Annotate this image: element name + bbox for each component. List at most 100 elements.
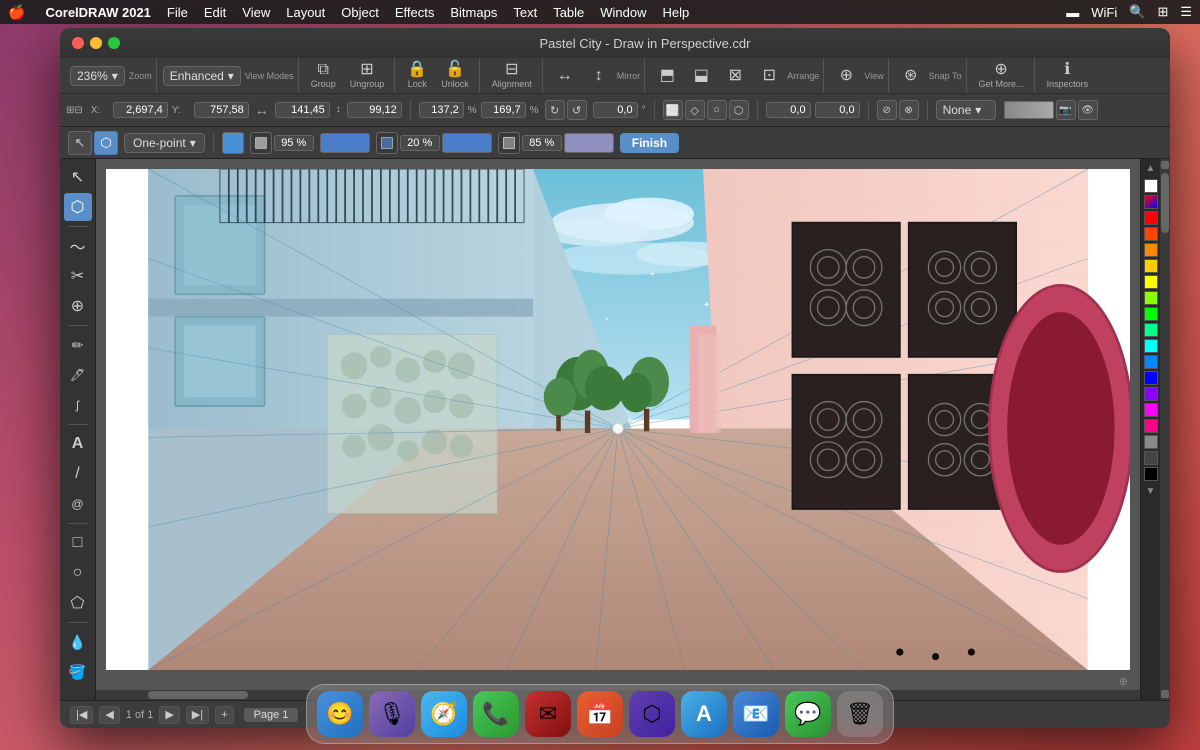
menu-bitmaps[interactable]: Bitmaps: [450, 5, 497, 20]
menu-help[interactable]: Help: [663, 5, 690, 20]
finish-button[interactable]: Finish: [620, 133, 679, 153]
page-prev-btn[interactable]: ◀: [99, 706, 119, 724]
lock-button[interactable]: 🔒 Lock: [401, 60, 433, 91]
mirror-v-button[interactable]: ↕: [583, 66, 615, 86]
zoom-fit-icon[interactable]: ⊕: [1119, 675, 1128, 688]
tool-rectangle[interactable]: □: [64, 529, 92, 557]
v-scroll-down-btn[interactable]: [1161, 690, 1169, 698]
page-tab[interactable]: Page 1: [244, 708, 299, 722]
palette-scroll-up[interactable]: ▲: [1146, 163, 1156, 174]
menu-text[interactable]: Text: [513, 5, 537, 20]
page-first-btn[interactable]: |◀: [70, 706, 93, 724]
menu-layout[interactable]: Layout: [286, 5, 325, 20]
menu-file[interactable]: File: [167, 5, 188, 20]
tool-crop[interactable]: ✂: [64, 262, 92, 290]
menu-effects[interactable]: Effects: [395, 5, 435, 20]
opacity3-input[interactable]: [522, 135, 562, 151]
palette-scroll-down[interactable]: ▼: [1146, 486, 1156, 497]
arrange-btn2[interactable]: ⬓: [685, 66, 717, 86]
x-input[interactable]: [113, 102, 168, 118]
val1-input[interactable]: [766, 102, 811, 118]
minimize-button[interactable]: [90, 37, 102, 49]
page-last-btn[interactable]: ▶|: [186, 706, 209, 724]
tool-zoom[interactable]: ⊕: [64, 292, 92, 320]
tool-pen[interactable]: 🖊: [64, 361, 92, 389]
dock-siri[interactable]: 🎙: [369, 691, 415, 737]
palette-red[interactable]: [1144, 211, 1158, 225]
none-dropdown[interactable]: None ▾: [936, 100, 996, 120]
dock-safari[interactable]: 🧭: [421, 691, 467, 737]
palette-orange-red[interactable]: [1144, 227, 1158, 241]
palette-yellow-green[interactable]: [1144, 291, 1158, 305]
zoom-dropdown[interactable]: 236% ▾: [70, 66, 125, 86]
battery-icon[interactable]: ▬: [1066, 5, 1079, 20]
persp-node-btn[interactable]: ⬡: [94, 131, 118, 155]
app-name[interactable]: CorelDRAW 2021: [45, 5, 150, 20]
drawing-canvas[interactable]: ✦ ✦ ✦ ✦: [106, 169, 1130, 670]
tool-eyedropper[interactable]: 💧: [64, 628, 92, 656]
tool-line[interactable]: /: [64, 460, 92, 488]
tool-spiral[interactable]: @: [64, 490, 92, 518]
add-page-btn[interactable]: +: [215, 706, 233, 724]
palette-white[interactable]: [1144, 179, 1158, 193]
palette-orange[interactable]: [1144, 243, 1158, 257]
opacity2-input[interactable]: [400, 135, 440, 151]
palette-blue[interactable]: [1144, 371, 1158, 385]
tool-fill[interactable]: 🪣: [64, 658, 92, 686]
h-scroll-thumb[interactable]: [148, 691, 248, 699]
tool-ellipse[interactable]: ○: [64, 559, 92, 587]
maximize-button[interactable]: [108, 37, 120, 49]
snap-btn[interactable]: ⊛: [895, 66, 927, 86]
menu-edit[interactable]: Edit: [204, 5, 226, 20]
tool-polygon[interactable]: ⬠: [64, 589, 92, 617]
height-input[interactable]: [347, 102, 402, 118]
val2-input[interactable]: [815, 102, 860, 118]
tool-node[interactable]: ⬡: [64, 193, 92, 221]
menu-window[interactable]: Window: [600, 5, 646, 20]
persp-cursor-btn[interactable]: ↖: [68, 131, 92, 155]
v-scroll-thumb[interactable]: [1161, 173, 1169, 233]
tool-smooth[interactable]: 〜: [64, 232, 92, 260]
dock-trash[interactable]: 🗑: [837, 691, 883, 737]
palette-black[interactable]: [1144, 467, 1158, 481]
palette-violet[interactable]: [1144, 387, 1158, 401]
ungroup-button[interactable]: ⊞ Ungroup: [344, 60, 391, 91]
palette-blue-cyan[interactable]: [1144, 355, 1158, 369]
shape-rect-icon[interactable]: ⬜: [663, 100, 683, 120]
palette-yellow-orange[interactable]: [1144, 259, 1158, 273]
persp-color-btn[interactable]: [222, 132, 244, 154]
palette-cyan[interactable]: [1144, 339, 1158, 353]
dock-mail[interactable]: 📧: [733, 691, 779, 737]
menu-table[interactable]: Table: [553, 5, 584, 20]
palette-red-blue[interactable]: [1144, 195, 1158, 209]
shape-circle-icon[interactable]: ○: [707, 100, 727, 120]
close-button[interactable]: [72, 37, 84, 49]
persp-line-color[interactable]: [320, 133, 370, 153]
mirror-h-button[interactable]: ↔: [549, 66, 581, 86]
arrange-btn1[interactable]: ⬒: [651, 66, 683, 86]
size-h-input[interactable]: [481, 102, 526, 118]
menu-view[interactable]: View: [242, 5, 270, 20]
view-modes-dropdown[interactable]: Enhanced ▾: [163, 66, 241, 86]
palette-pink[interactable]: [1144, 419, 1158, 433]
v-scrollbar[interactable]: [1160, 159, 1170, 700]
shape-rhombus-icon[interactable]: ◇: [685, 100, 705, 120]
width-input[interactable]: [275, 102, 330, 118]
rotate-cw-button[interactable]: ↻: [545, 100, 565, 120]
dock-finder[interactable]: 😊: [317, 691, 363, 737]
dock-facetime[interactable]: 📞: [473, 691, 519, 737]
page-next-btn[interactable]: ▶: [159, 706, 179, 724]
control-center-icon[interactable]: ⊞: [1157, 4, 1168, 20]
shape-poly-icon[interactable]: ⬡: [729, 100, 749, 120]
arrange-btn3[interactable]: ⊠: [719, 66, 751, 86]
fill-icon-btn[interactable]: 📷: [1056, 100, 1076, 120]
palette-green-cyan[interactable]: [1144, 323, 1158, 337]
tool-bezier[interactable]: ʃ: [64, 391, 92, 419]
group-button[interactable]: ⧉ Group: [305, 60, 342, 91]
dock-appstore[interactable]: A: [681, 691, 727, 737]
inspectors-button[interactable]: ℹ Inspectors: [1041, 60, 1095, 91]
perspective-mode-dropdown[interactable]: One-point ▾: [124, 133, 205, 153]
dock-fantastical2[interactable]: ⬡: [629, 691, 675, 737]
unlock-button[interactable]: 🔓 Unlock: [435, 60, 475, 91]
menu-object[interactable]: Object: [341, 5, 379, 20]
